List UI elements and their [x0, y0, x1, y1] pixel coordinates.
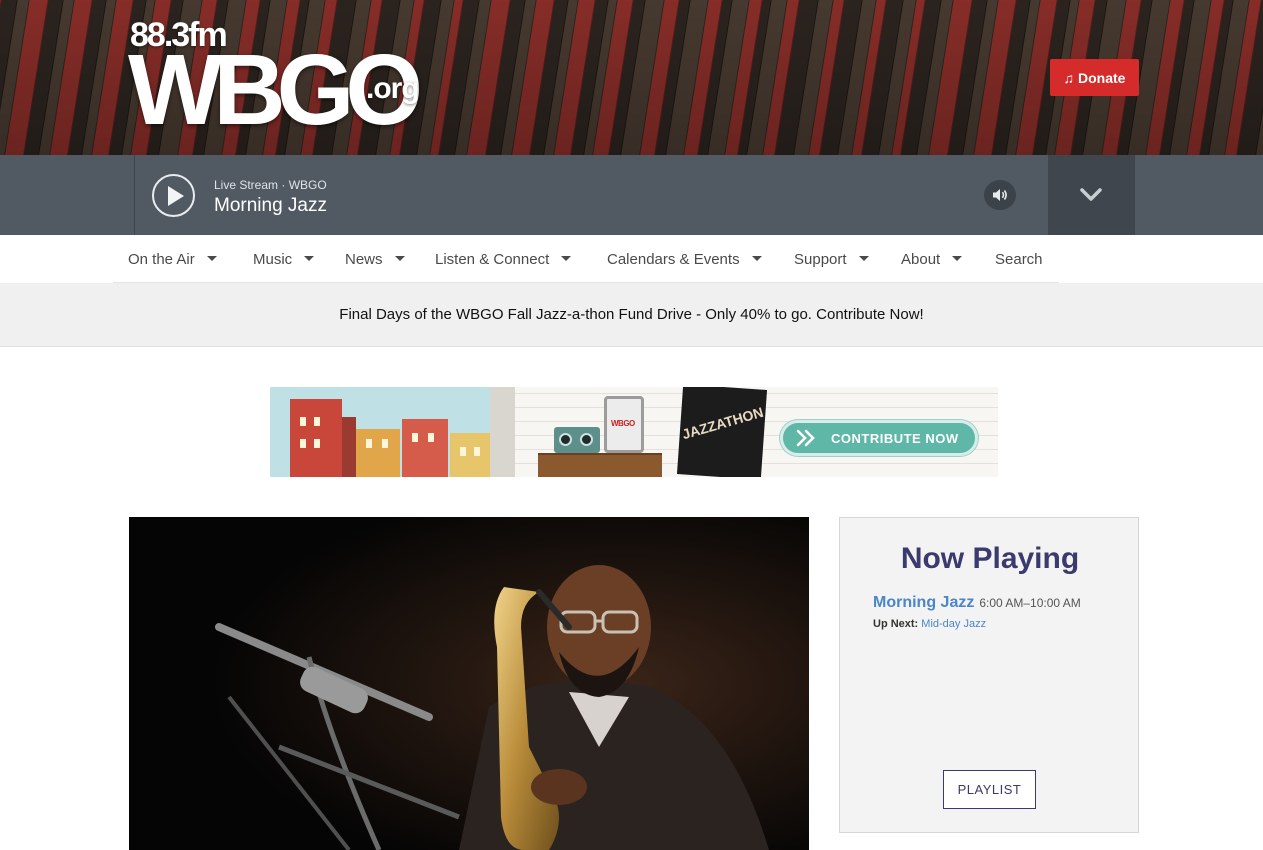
- header-banner: 88.3fm WBGO .org ♫ Donate: [0, 0, 1263, 155]
- building-illustration: [356, 429, 400, 477]
- caret-down-icon: [561, 256, 572, 261]
- ticket-text: JAZZATHON: [680, 403, 766, 443]
- caret-down-icon: [952, 256, 963, 261]
- nav-item-search[interactable]: Search: [995, 251, 1043, 268]
- nav-item-about[interactable]: About: [901, 251, 963, 268]
- play-button[interactable]: [152, 174, 195, 217]
- now-playing-card: Now Playing Morning Jazz 6:00 AM–10:00 A…: [839, 517, 1139, 833]
- current-show-time: 6:00 AM–10:00 AM: [979, 596, 1081, 610]
- volume-button[interactable]: [984, 180, 1016, 210]
- donate-button[interactable]: ♫ Donate: [1050, 59, 1139, 96]
- building-illustration: [402, 419, 448, 477]
- caret-down-icon: [304, 256, 315, 261]
- tablet-illustration: WBGO: [604, 396, 644, 453]
- player-divider: [1134, 155, 1135, 235]
- nav-item-listen-connect[interactable]: Listen & Connect: [435, 251, 572, 268]
- contribute-now-label: CONTRIBUTE NOW: [831, 430, 959, 446]
- cityscape-illustration: [270, 387, 515, 477]
- fund-drive-strip: Final Days of the WBGO Fall Jazz-a-thon …: [0, 283, 1263, 347]
- nav-inner: On the Air Music News Listen & Connect C…: [113, 236, 1059, 283]
- up-next-label: Up Next:: [873, 618, 919, 630]
- jazzathon-ticket-illustration: JAZZATHON: [676, 387, 768, 477]
- main-nav: On the Air Music News Listen & Connect C…: [0, 236, 1263, 283]
- nav-item-news[interactable]: News: [345, 251, 405, 268]
- play-icon: [167, 185, 184, 206]
- nav-item-label: About: [901, 251, 941, 268]
- nav-item-calendars-events[interactable]: Calendars & Events: [607, 251, 762, 268]
- nav-item-label: Calendars & Events: [607, 251, 740, 268]
- nav-item-on-the-air[interactable]: On the Air: [128, 251, 217, 268]
- up-next: Up Next: Mid-day Jazz: [873, 618, 986, 630]
- building-illustration: [342, 417, 356, 477]
- nav-item-support[interactable]: Support: [794, 251, 869, 268]
- hero-saxophonist-photo[interactable]: [129, 517, 809, 850]
- contribute-now-button[interactable]: CONTRIBUTE NOW: [780, 420, 978, 456]
- tablet-logo-text: WBGO: [611, 419, 635, 428]
- stream-show-title: Morning Jazz: [214, 195, 327, 216]
- building-illustration: [290, 399, 342, 477]
- building-illustration: [450, 433, 490, 477]
- radio-illustration: [554, 427, 600, 453]
- music-note-icon: ♫: [1063, 69, 1075, 86]
- wbgo-logo[interactable]: 88.3fm WBGO .org: [128, 18, 433, 140]
- current-show: Morning Jazz 6:00 AM–10:00 AM: [873, 594, 1081, 612]
- nav-item-music[interactable]: Music: [253, 251, 315, 268]
- caret-down-icon: [394, 256, 405, 261]
- fund-drive-link[interactable]: Final Days of the WBGO Fall Jazz-a-thon …: [339, 306, 923, 323]
- caret-down-icon: [751, 256, 762, 261]
- chevron-down-icon: [1080, 188, 1102, 201]
- current-show-link[interactable]: Morning Jazz: [873, 594, 974, 612]
- nav-item-label: Support: [794, 251, 847, 268]
- donate-label: Donate: [1078, 69, 1126, 86]
- expand-player-button[interactable]: [1048, 155, 1134, 235]
- building-illustration: [490, 387, 515, 477]
- nav-item-label: News: [345, 251, 383, 268]
- caret-down-icon: [858, 256, 869, 261]
- up-next-show-link[interactable]: Mid-day Jazz: [921, 618, 986, 630]
- nav-item-label: On the Air: [128, 251, 195, 268]
- double-chevron-right-icon: [796, 429, 815, 447]
- now-playing-heading: Now Playing: [900, 542, 1080, 575]
- volume-icon: [993, 189, 1007, 201]
- shelf-illustration: [538, 455, 662, 477]
- nav-item-label: Music: [253, 251, 293, 268]
- logo-domain: .org: [366, 72, 420, 105]
- playlist-button[interactable]: PLAYLIST: [943, 770, 1036, 809]
- caret-down-icon: [206, 256, 217, 261]
- saxophonist-image: [129, 517, 809, 850]
- stream-label: Live Stream · WBGO: [214, 178, 327, 192]
- player-divider: [134, 155, 135, 235]
- stream-meta: Live Stream · WBGO Morning Jazz: [214, 178, 327, 217]
- contribute-ad-banner[interactable]: WBGO JAZZATHON CONTRIBUTE NOW: [270, 387, 998, 477]
- nav-item-label: Listen & Connect: [435, 251, 550, 268]
- nav-item-label: Search: [995, 251, 1043, 268]
